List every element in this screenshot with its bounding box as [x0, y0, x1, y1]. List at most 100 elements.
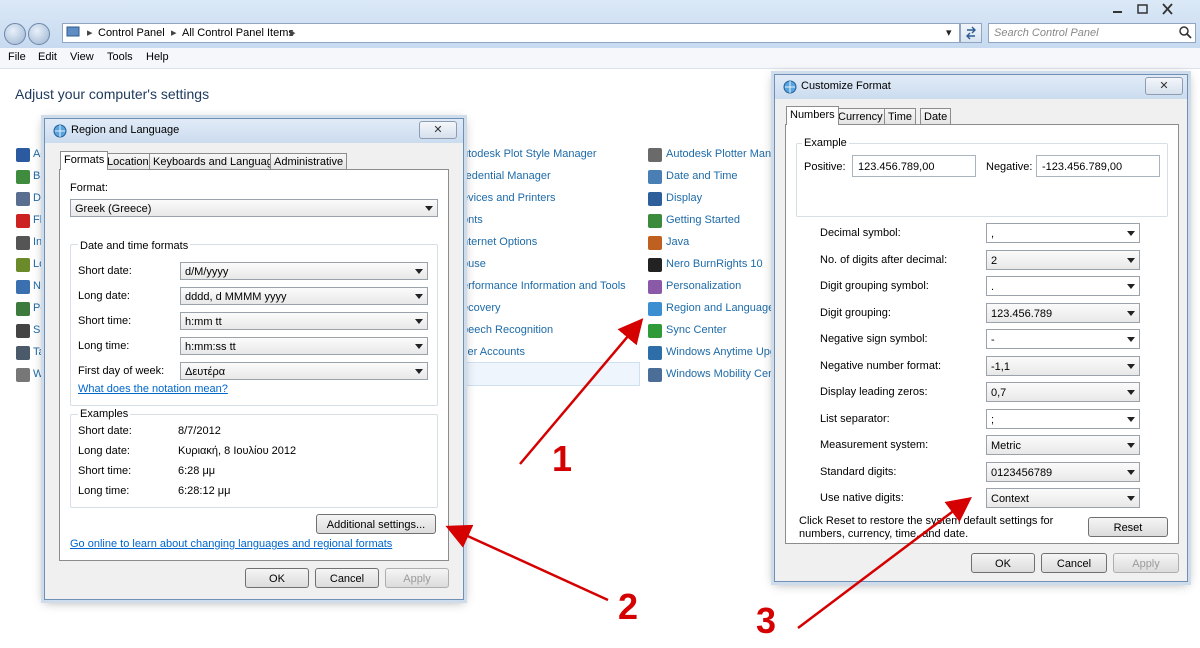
cp-item-middle[interactable]: peech Recognition	[462, 324, 553, 336]
cancel-button[interactable]: Cancel	[315, 568, 379, 588]
cp-item-middle[interactable]: onts	[462, 214, 483, 226]
cp-item-right[interactable]: Region and Language	[666, 302, 774, 314]
additional-settings-button[interactable]: Additional settings...	[316, 514, 436, 534]
number-setting-value: 123.456.789	[991, 307, 1053, 320]
cp-item-icon	[16, 192, 30, 206]
address-bar[interactable]: ▸ Control Panel ▸ All Control Panel Item…	[62, 23, 960, 43]
cp-item-middle[interactable]: redential Manager	[462, 170, 551, 182]
number-setting-select[interactable]: ,	[986, 223, 1140, 243]
chevron-down-icon	[1127, 337, 1135, 342]
menu-edit[interactable]: Edit	[38, 51, 57, 63]
search-icon	[1178, 25, 1192, 45]
number-setting-select[interactable]: -	[986, 329, 1140, 349]
example-group-label: Example	[802, 137, 849, 149]
cp-item-right[interactable]: Java	[666, 236, 689, 248]
chevron-down-icon	[415, 269, 423, 274]
breadcrumb-all-items[interactable]: All Control Panel Items	[182, 24, 294, 42]
cp-item-right[interactable]: Sync Center	[666, 324, 727, 336]
format-row-select[interactable]: h:mm:ss tt	[180, 337, 428, 355]
cp-item-right[interactable]: Autodesk Plotter Mana	[666, 148, 777, 160]
cp-item-middle[interactable]: ecovery	[462, 302, 501, 314]
tab-time[interactable]: Time	[884, 108, 917, 125]
cp-item-right[interactable]: Windows Anytime Upg	[666, 346, 776, 358]
chevron-down-icon	[1127, 469, 1135, 475]
number-setting-value: ;	[991, 413, 995, 426]
number-setting-value: ,	[991, 228, 995, 240]
online-help-link[interactable]: Go online to learn about changing langua…	[70, 538, 392, 550]
ok-button[interactable]: OK	[245, 568, 309, 588]
cp-item-right[interactable]: Windows Mobility Cent	[666, 368, 777, 380]
number-setting-select[interactable]: Context	[986, 488, 1140, 508]
cancel-button[interactable]: Cancel	[1041, 553, 1107, 573]
number-setting-select[interactable]: 2	[986, 249, 1140, 270]
apply-button[interactable]: Apply	[385, 568, 449, 588]
number-setting-value: 0,7	[991, 387, 1007, 399]
format-select[interactable]: Greek (Greece)	[70, 199, 438, 217]
tab-formats[interactable]: Formats	[60, 151, 109, 170]
cp-item-middle[interactable]: erformance Information and Tools	[462, 280, 626, 292]
example-value: 6:28 μμ	[178, 465, 216, 477]
tab-keyboards[interactable]: Keyboards and Languages	[149, 153, 289, 170]
annotation-number-2: 2	[618, 586, 639, 627]
menu-file[interactable]: File	[8, 51, 26, 63]
notation-link[interactable]: What does the notation mean?	[78, 383, 228, 395]
number-setting-select[interactable]: ;	[986, 408, 1140, 429]
annotation-number-3: 3	[756, 600, 777, 641]
back-button[interactable]	[4, 23, 26, 45]
number-setting-value: 2	[991, 254, 998, 267]
cp-item-right[interactable]: Date and Time	[666, 170, 738, 182]
menu-view[interactable]: View	[70, 51, 94, 63]
tab-administrative[interactable]: Administrative	[270, 153, 348, 170]
forward-button[interactable]	[28, 23, 50, 45]
apply-button[interactable]: Apply	[1113, 553, 1179, 573]
breadcrumb-control-panel[interactable]: Control Panel	[98, 24, 165, 42]
cp-item-right[interactable]: Getting Started	[666, 214, 740, 226]
number-setting-label: Decimal symbol:	[820, 227, 901, 239]
chevron-down-icon	[1127, 310, 1135, 316]
cp-item-middle[interactable]: nternet Options	[462, 236, 537, 248]
number-setting-select[interactable]: 0123456789	[986, 461, 1140, 482]
cp-item-middle[interactable]: utodesk Plot Style Manager	[462, 148, 597, 160]
minimize-icon[interactable]	[1108, 2, 1128, 16]
cp-item-middle[interactable]: evices and Printers	[462, 192, 556, 204]
format-row-select[interactable]: d/M/yyyy	[180, 262, 428, 280]
menu-tools[interactable]: Tools	[107, 51, 133, 63]
examples-group-label: Examples	[78, 408, 131, 420]
close-window-icon[interactable]	[1158, 2, 1178, 16]
hover-highlight	[446, 362, 640, 386]
format-row-select[interactable]: h:mm tt	[180, 312, 428, 330]
number-setting-label: Digit grouping symbol:	[820, 280, 929, 292]
number-setting-select[interactable]: Metric	[986, 435, 1140, 455]
cp-item-right[interactable]: Personalization	[666, 280, 741, 292]
chevron-down-icon	[425, 206, 433, 211]
format-value: Greek (Greece)	[75, 203, 152, 215]
format-row-select[interactable]: dddd, d MMMM yyyy	[180, 287, 428, 305]
tab-location[interactable]: Location	[103, 153, 153, 170]
number-setting-value: 0123456789	[991, 466, 1053, 479]
menu-help[interactable]: Help	[146, 51, 169, 63]
dialog-close-button[interactable]: ✕	[1145, 77, 1183, 95]
restore-icon[interactable]	[1133, 2, 1153, 16]
dialog-close-button[interactable]: ✕	[419, 121, 457, 139]
tab-numbers[interactable]: Numbers	[786, 106, 839, 125]
number-setting-select[interactable]: 0,7	[986, 382, 1140, 402]
format-row-select[interactable]: Δευτέρα	[180, 362, 428, 380]
ok-button[interactable]: OK	[971, 553, 1035, 573]
cp-item-right[interactable]: Nero BurnRights 10	[666, 258, 763, 270]
number-setting-label: No. of digits after decimal:	[820, 253, 948, 266]
cp-item-middle[interactable]: ouse	[462, 258, 486, 270]
address-dropdown-icon[interactable]: ▾	[946, 24, 952, 42]
number-setting-select[interactable]: .	[986, 276, 1140, 296]
cp-item-left[interactable]: Ta	[33, 346, 45, 358]
dialog-title-bar: Customize Format ✕	[775, 75, 1187, 99]
cp-item-middle[interactable]: ser Accounts	[462, 346, 525, 358]
cp-item-right[interactable]: Display	[666, 192, 702, 204]
refresh-button[interactable]	[960, 23, 982, 43]
search-input[interactable]: Search Control Panel	[988, 23, 1196, 43]
reset-button[interactable]: Reset	[1088, 517, 1168, 537]
number-setting-select[interactable]: 123.456.789	[986, 302, 1140, 323]
tab-currency[interactable]: Currency	[834, 108, 887, 125]
tab-date[interactable]: Date	[920, 108, 952, 125]
page-title: Adjust your computer's settings	[15, 86, 210, 102]
number-setting-select[interactable]: -1,1	[986, 355, 1140, 376]
